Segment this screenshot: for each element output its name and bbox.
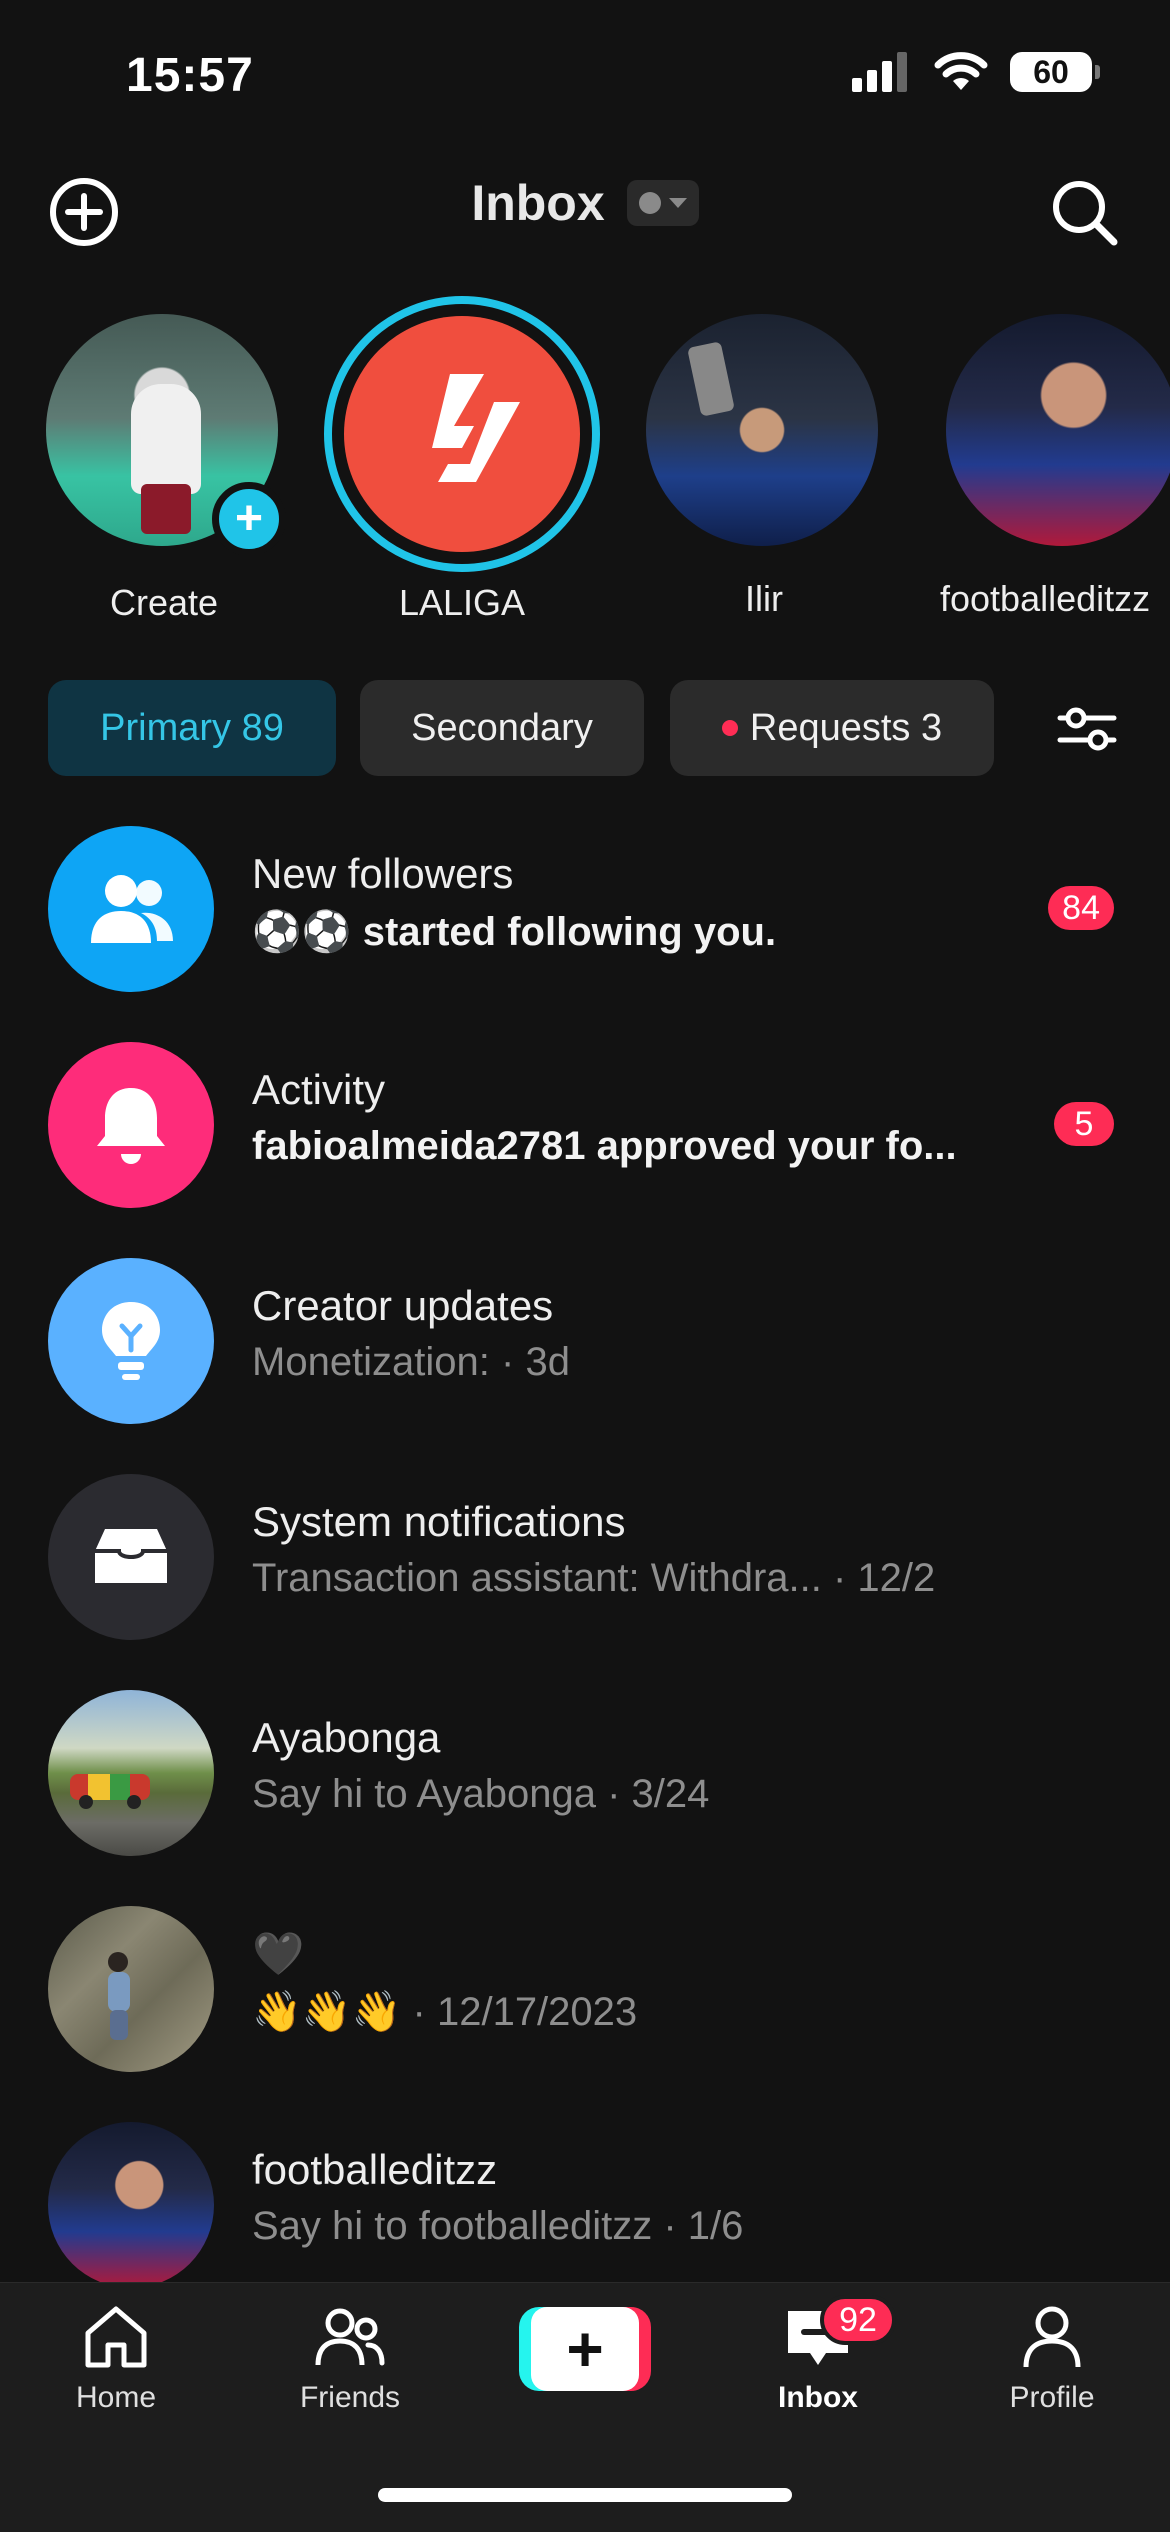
- nav-inbox[interactable]: 92 Inbox: [728, 2295, 908, 2431]
- create-button[interactable]: +: [519, 2307, 651, 2391]
- stories-row: + Create LALIGA Ilir footballeditzz: [0, 296, 1170, 636]
- tab-requests-label: Requests 3: [749, 706, 943, 749]
- unread-count-badge: 5: [1054, 1102, 1114, 1146]
- unread-count-badge: 84: [1048, 886, 1114, 930]
- item-title: Activity: [252, 1066, 386, 1113]
- profile-icon: [1023, 2306, 1081, 2368]
- chevron-down-icon: [668, 198, 687, 208]
- item-subtitle: Say hi to Ayabonga · 3/24: [252, 1772, 710, 1816]
- list-item-activity[interactable]: Activity fabioalmeida2781 approved your …: [0, 1028, 1170, 1244]
- item-subtitle: fabioalmeida2781 approved your fo...: [252, 1124, 957, 1168]
- avatar: [946, 314, 1170, 546]
- tab-requests[interactable]: Requests 3: [670, 680, 994, 776]
- filter-settings-icon[interactable]: [1052, 694, 1122, 764]
- friends-icon: [315, 2308, 385, 2366]
- item-title: New followers: [252, 850, 514, 897]
- story-label: LALIGA: [398, 582, 526, 623]
- item-subtitle: ⚽⚽ started following you.: [252, 910, 777, 954]
- battery-level: 60: [1033, 53, 1069, 90]
- list-item-new-followers[interactable]: New followers ⚽⚽ started following you. …: [0, 812, 1170, 1028]
- item-title: Ayabonga: [252, 1714, 441, 1761]
- wifi-icon: [934, 52, 988, 90]
- nav-home-label: Home: [75, 2381, 157, 2414]
- page-title: Inbox: [471, 175, 605, 231]
- item-subtitle: Transaction assistant: Withdra... · 12/2: [252, 1556, 936, 1600]
- create-plus-icon: +: [519, 2307, 651, 2391]
- status-time: 15:57: [126, 49, 254, 102]
- add-story-icon[interactable]: +: [212, 482, 286, 556]
- item-subtitle: Say hi to footballeditzz · 1/6: [252, 2204, 744, 2248]
- status-icons: 60: [852, 52, 1100, 92]
- list-item-system-notifications[interactable]: System notifications Transaction assista…: [0, 1460, 1170, 1676]
- unread-dot-icon: [721, 720, 738, 736]
- laliga-logo-icon: [432, 374, 520, 482]
- avatar: [48, 2122, 214, 2288]
- nav-profile-label: Profile: [1009, 2381, 1095, 2414]
- avatar: [646, 314, 878, 546]
- story-label: Create: [109, 582, 219, 623]
- nav-friends-label: Friends: [299, 2381, 401, 2414]
- list-item-heart[interactable]: 🖤 👋👋👋 · 12/17/2023: [0, 1892, 1170, 2108]
- online-status-toggle[interactable]: [626, 180, 699, 226]
- item-title: Creator updates: [252, 1282, 554, 1329]
- filter-tabs: Primary 89 Secondary Requests 3: [48, 680, 1122, 776]
- item-title: 🖤: [252, 1930, 305, 1977]
- status-bar: 15:57 60: [0, 0, 1170, 150]
- home-icon: [85, 2306, 147, 2368]
- tab-primary[interactable]: Primary 89: [48, 680, 336, 776]
- home-indicator[interactable]: [378, 2488, 792, 2502]
- inbox-count-badge: 92: [820, 2295, 896, 2345]
- followers-icon: [48, 826, 214, 992]
- avatar: [48, 1690, 214, 1856]
- story-label: Ilir: [745, 578, 783, 619]
- nav-friends[interactable]: Friends: [260, 2301, 440, 2431]
- story-label: footballeditzz: [940, 578, 1151, 619]
- battery-icon: 60: [1010, 52, 1100, 92]
- bell-icon: [48, 1042, 214, 1208]
- list-item-ayabonga[interactable]: Ayabonga Say hi to Ayabonga · 3/24: [0, 1676, 1170, 1892]
- laliga-logo: [344, 316, 580, 552]
- item-title: System notifications: [252, 1498, 626, 1545]
- nav-home[interactable]: Home: [26, 2301, 206, 2431]
- list-item-creator-updates[interactable]: Creator updates Monetization: · 3d: [0, 1244, 1170, 1460]
- item-title: footballeditzz: [252, 2146, 498, 2193]
- header: Inbox: [0, 160, 1170, 252]
- nav-inbox-label: Inbox: [778, 2381, 858, 2414]
- item-subtitle: Monetization: · 3d: [252, 1340, 570, 1384]
- header-title-group: Inbox: [0, 174, 1170, 232]
- cellular-signal-icon: [852, 52, 907, 92]
- lightbulb-icon: [48, 1258, 214, 1424]
- tab-secondary[interactable]: Secondary: [360, 680, 644, 776]
- nav-profile[interactable]: Profile: [962, 2301, 1142, 2431]
- inbox-tray-icon: [48, 1474, 214, 1640]
- status-dot-icon: [638, 192, 661, 214]
- search-icon[interactable]: [1046, 174, 1122, 250]
- item-subtitle: 👋👋👋 · 12/17/2023: [252, 1990, 638, 2034]
- avatar: [48, 1906, 214, 2072]
